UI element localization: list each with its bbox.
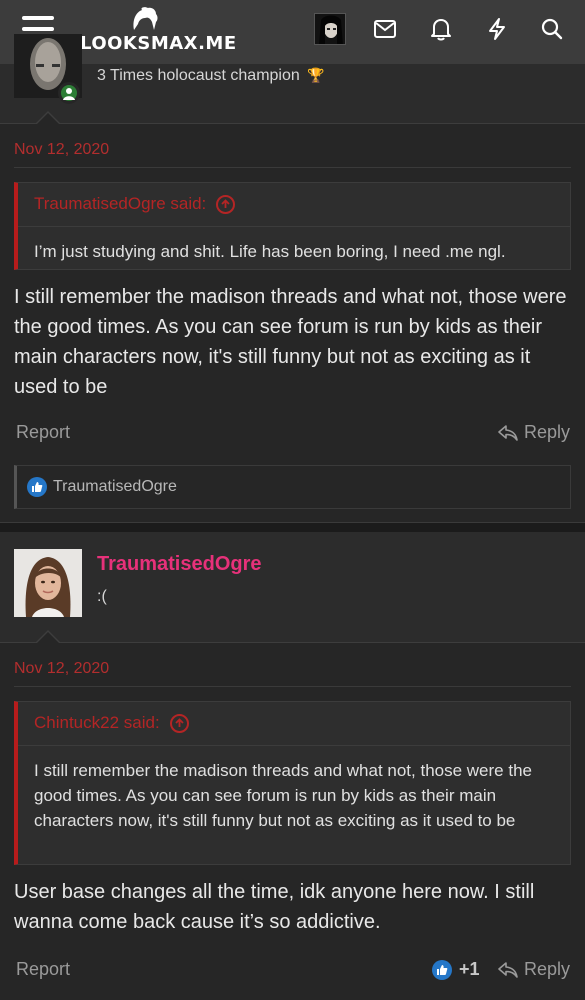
top-header: LOOKSMAX.ME (0, 0, 585, 64)
quote-text: I still remember the madison threads and… (34, 761, 532, 830)
post-date[interactable]: Nov 12, 2020 (14, 660, 109, 678)
arrow-up-circle-icon[interactable] (216, 195, 236, 214)
user-row: 3 Times holocaust champion 🏆 (0, 34, 585, 125)
quote-text: I’m just studying and shit. Life has bee… (34, 242, 506, 261)
message-body: User base changes all the time, idk anyo… (14, 881, 535, 933)
post-divider (0, 522, 585, 532)
reaction-user[interactable]: TraumatisedOgre (53, 478, 177, 496)
envelope-icon[interactable] (370, 14, 400, 44)
report-link[interactable]: Report (16, 422, 70, 443)
bell-icon[interactable] (426, 14, 456, 44)
reply-icon (498, 424, 518, 441)
like-icon (27, 477, 47, 497)
avatar[interactable] (14, 549, 82, 617)
logo-hair-icon (133, 7, 158, 30)
post-date[interactable]: Nov 12, 2020 (14, 141, 109, 159)
site-logo[interactable]: LOOKSMAX.ME (80, 6, 236, 58)
reactions-bar[interactable]: TraumatisedOgre (14, 465, 571, 509)
quote-attribution[interactable]: TraumatisedOgre said: (18, 183, 570, 227)
account-avatar[interactable] (314, 13, 346, 45)
arrow-up-circle-icon[interactable] (169, 714, 189, 733)
post: 3 Times holocaust champion 🏆 Nov 12, 202… (0, 34, 585, 522)
message-body: I still remember the madison threads and… (14, 286, 567, 398)
lightning-icon[interactable] (482, 14, 512, 44)
reply-button[interactable]: Reply (497, 422, 570, 443)
reply-button[interactable]: Reply (497, 959, 570, 980)
quote-block: TraumatisedOgre said: I’m just studying … (14, 182, 571, 270)
like-icon (432, 959, 452, 980)
logo-text: LOOKSMAX.ME (80, 33, 237, 54)
username[interactable]: TraumatisedOgre (97, 553, 262, 576)
post: TraumatisedOgre :( Nov 12, 2020 Chintuck… (0, 532, 585, 1000)
online-status-icon (58, 82, 80, 104)
report-link[interactable]: Report (16, 959, 70, 980)
quote-block: Chintuck22 said: I still remember the ma… (14, 701, 571, 865)
user-title: 3 Times holocaust champion 🏆 (97, 67, 325, 84)
trophy-icon: 🏆 (307, 67, 325, 83)
user-row: TraumatisedOgre :( (0, 532, 585, 644)
like-count[interactable]: +1 (432, 959, 480, 980)
search-icon[interactable] (537, 14, 567, 44)
reply-icon (498, 961, 518, 978)
user-title: :( (97, 588, 107, 605)
quote-attribution[interactable]: Chintuck22 said: (18, 702, 570, 746)
